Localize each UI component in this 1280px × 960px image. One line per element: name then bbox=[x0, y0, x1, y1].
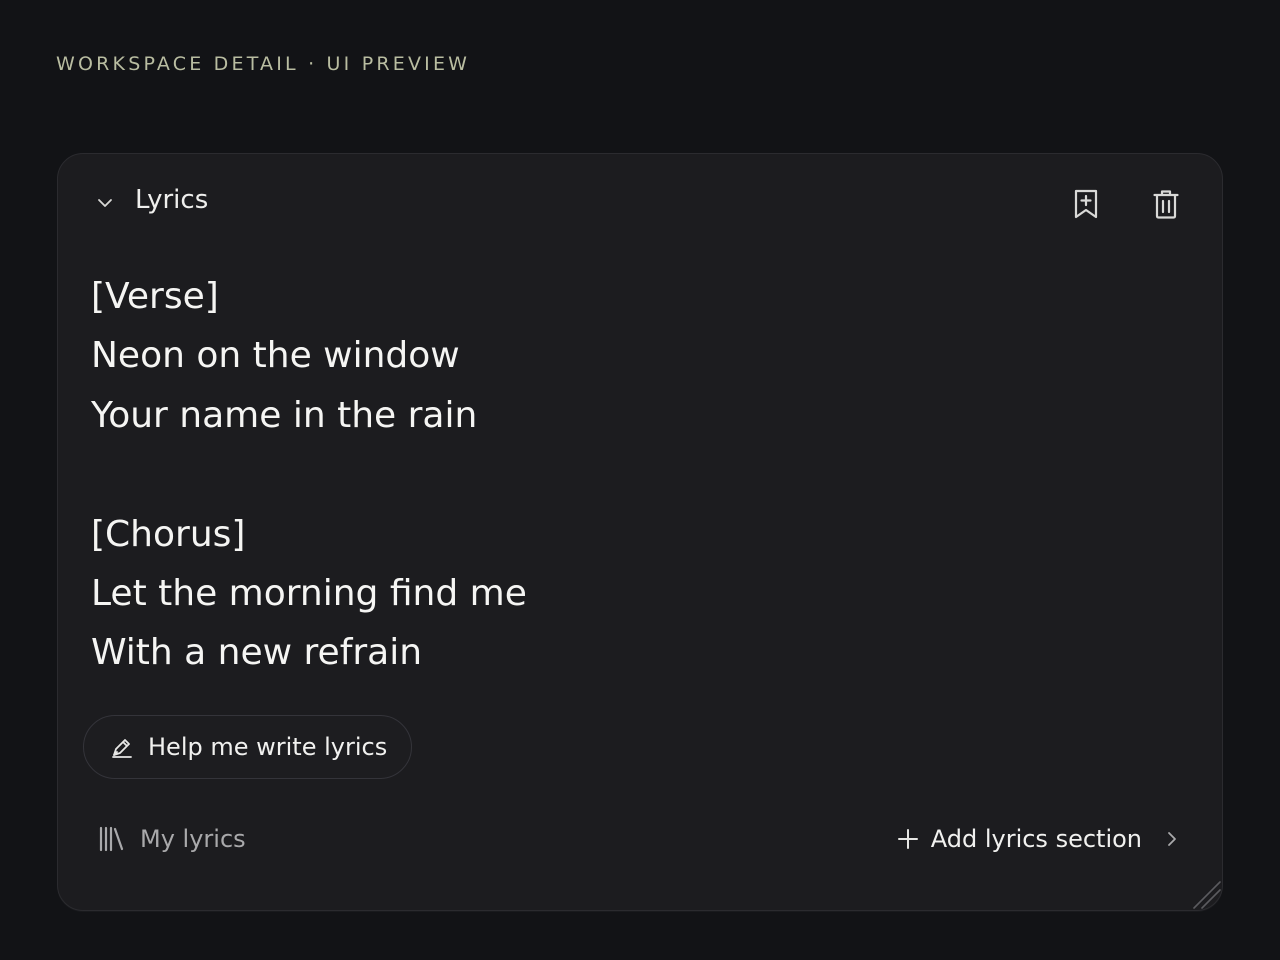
resize-grip-icon bbox=[1193, 881, 1221, 909]
lyric-line: [Verse] bbox=[91, 276, 219, 317]
lyric-line: [Chorus] bbox=[91, 513, 246, 555]
help-button-label: Help me write lyrics bbox=[148, 733, 388, 761]
library-icon bbox=[99, 826, 124, 852]
pen-sparkle-icon bbox=[112, 739, 132, 758]
lyrics-panel: Lyrics [Verse] Neon on the window Your n… bbox=[57, 153, 1223, 911]
panel-header: Lyrics bbox=[58, 154, 1222, 250]
panel-title: Lyrics bbox=[135, 185, 209, 215]
chevron-down-icon bbox=[98, 199, 112, 207]
delete-button[interactable] bbox=[1146, 184, 1186, 224]
lyric-line: Let the morning find me bbox=[91, 573, 527, 615]
page-label: WORKSPACE DETAIL · UI PREVIEW bbox=[56, 53, 471, 75]
my-lyrics-link[interactable]: My lyrics bbox=[98, 820, 246, 858]
help-write-lyrics-button[interactable]: Help me write lyrics bbox=[83, 715, 413, 779]
chevron-right-icon bbox=[1168, 832, 1176, 846]
lyric-line: Neon on the window bbox=[91, 335, 460, 377]
bookmark-button[interactable] bbox=[1066, 184, 1106, 224]
trash-icon bbox=[1153, 190, 1179, 219]
bookmark-plus-icon bbox=[1074, 189, 1098, 219]
plus-icon bbox=[897, 829, 918, 849]
add-section-label: Add lyrics section bbox=[930, 825, 1142, 853]
resize-handle[interactable] bbox=[1188, 876, 1222, 910]
lyric-line bbox=[91, 445, 1171, 504]
add-lyrics-section-button[interactable]: Add lyrics section bbox=[897, 820, 1182, 858]
lyric-line: With a new refrain bbox=[91, 632, 423, 674]
collapse-button[interactable] bbox=[90, 188, 120, 218]
my-lyrics-label: My lyrics bbox=[140, 825, 246, 853]
lyric-line: Your name in the rain bbox=[91, 394, 478, 436]
lyrics-editor[interactable]: [Verse] Neon on the window Your name in … bbox=[91, 267, 1171, 677]
